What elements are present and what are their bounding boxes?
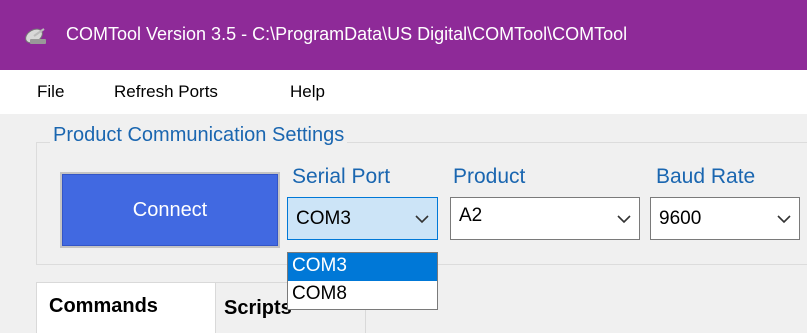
serial-port-label: Serial Port xyxy=(292,165,391,188)
window-title: COMTool Version 3.5 - C:\ProgramData\US … xyxy=(66,24,628,44)
menu-file[interactable]: File xyxy=(37,82,64,102)
product-label: Product xyxy=(453,165,526,188)
tab-commands[interactable]: Commands xyxy=(36,282,216,333)
dropdown-option-com8[interactable]: COM8 xyxy=(288,281,437,309)
serial-port-value: COM3 xyxy=(296,208,351,229)
satellite-dish-icon xyxy=(25,28,46,44)
baud-rate-label: Baud Rate xyxy=(656,165,756,188)
connect-button-label: Connect xyxy=(132,198,208,221)
product-select[interactable]: A2 xyxy=(450,197,640,240)
menu-refresh-ports[interactable]: Refresh Ports xyxy=(114,82,218,102)
chevron-down-icon xyxy=(415,215,429,224)
menu-bar: File Refresh Ports Help xyxy=(0,70,807,114)
chevron-down-icon xyxy=(777,215,791,224)
dropdown-option-com3[interactable]: COM3 xyxy=(288,253,437,281)
serial-port-dropdown: COM3 COM8 xyxy=(287,252,438,310)
menu-help[interactable]: Help xyxy=(290,82,325,102)
baud-rate-value: 9600 xyxy=(659,208,702,229)
serial-port-select[interactable]: COM3 xyxy=(287,197,438,240)
connect-button[interactable]: Connect xyxy=(60,172,280,248)
chevron-down-icon xyxy=(617,215,631,224)
group-title: Product Communication Settings xyxy=(50,124,348,147)
tab-commands-label: Commands xyxy=(49,295,158,317)
product-value: A2 xyxy=(459,205,483,226)
baud-rate-select[interactable]: 9600 xyxy=(650,197,800,240)
title-bar: COMTool Version 3.5 - C:\ProgramData\US … xyxy=(0,0,807,70)
tab-scripts-label: Scripts xyxy=(224,297,292,319)
